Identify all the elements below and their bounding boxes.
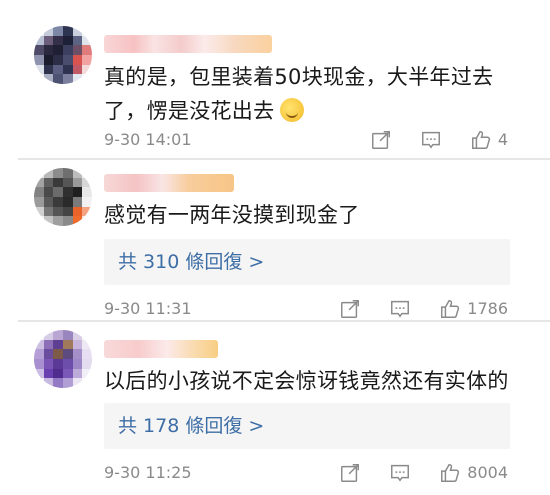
- like-count: 8004: [467, 463, 508, 482]
- timestamp: 9-30 11:25: [104, 463, 192, 482]
- share-icon: [341, 300, 360, 318]
- username[interactable]: [104, 340, 218, 358]
- avatar[interactable]: [34, 168, 92, 226]
- smile-emoji-icon: [280, 98, 305, 122]
- comment-item: 感觉有一两年没摸到现金了 共 310 條回復 > 9-30 11:31 1786: [0, 160, 550, 320]
- comment-text: 真的是，包里装着50块现金，大半年过去 了，愣是没花出去: [104, 60, 510, 128]
- comment-button[interactable]: [389, 462, 411, 484]
- avatar[interactable]: [34, 330, 92, 388]
- share-icon: [371, 131, 390, 149]
- replies-link[interactable]: 共 310 條回復 >: [104, 239, 510, 285]
- comment-item: 以后的小孩说不定会惊讶钱竟然还有实体的 共 178 條回復 > 9-30 11:…: [0, 322, 550, 495]
- share-icon: [341, 464, 360, 482]
- like-icon: [471, 131, 490, 149]
- action-bar: 4: [342, 128, 508, 152]
- comment-icon: [391, 300, 410, 318]
- comment-meta: 9-30 11:25 8004: [104, 461, 532, 485]
- comment-text-line: 了，愣是没花出去: [104, 99, 275, 123]
- comment-button[interactable]: [389, 298, 411, 320]
- comment-text-line: 感觉有一两年没摸到现金了: [104, 203, 360, 227]
- comment-meta: 9-30 11:31 1786: [104, 297, 532, 321]
- timestamp: 9-30 14:01: [104, 130, 192, 149]
- like-icon: [441, 464, 460, 482]
- action-bar: 8004: [311, 461, 508, 485]
- avatar[interactable]: [34, 26, 92, 84]
- comment-text-line: 真的是，包里装着50块现金，大半年过去: [104, 65, 494, 89]
- like-count: 4: [497, 130, 508, 149]
- like-button[interactable]: 1786: [439, 297, 508, 321]
- comment-icon: [421, 131, 440, 149]
- timestamp: 9-30 11:31: [104, 299, 192, 318]
- share-button[interactable]: [339, 298, 361, 320]
- like-button[interactable]: 4: [470, 128, 508, 152]
- comment-button[interactable]: [420, 129, 442, 151]
- like-count: 1786: [467, 299, 508, 318]
- comment-item: 真的是，包里装着50块现金，大半年过去 了，愣是没花出去 9-30 14:01 …: [0, 0, 550, 158]
- comment-icon: [391, 464, 410, 482]
- share-button[interactable]: [370, 129, 392, 151]
- username[interactable]: [104, 174, 234, 192]
- replies-link[interactable]: 共 178 條回復 >: [104, 403, 510, 449]
- username[interactable]: [104, 35, 272, 53]
- share-button[interactable]: [339, 462, 361, 484]
- action-bar: 1786: [311, 297, 508, 321]
- comment-meta: 9-30 14:01 4: [104, 128, 532, 152]
- comment-text: 以后的小孩说不定会惊讶钱竟然还有实体的: [104, 364, 510, 398]
- comment-text: 感觉有一两年没摸到现金了: [104, 198, 510, 232]
- like-button[interactable]: 8004: [439, 461, 508, 485]
- like-icon: [441, 300, 460, 318]
- comment-text-line: 以后的小孩说不定会惊讶钱竟然还有实体的: [104, 369, 509, 393]
